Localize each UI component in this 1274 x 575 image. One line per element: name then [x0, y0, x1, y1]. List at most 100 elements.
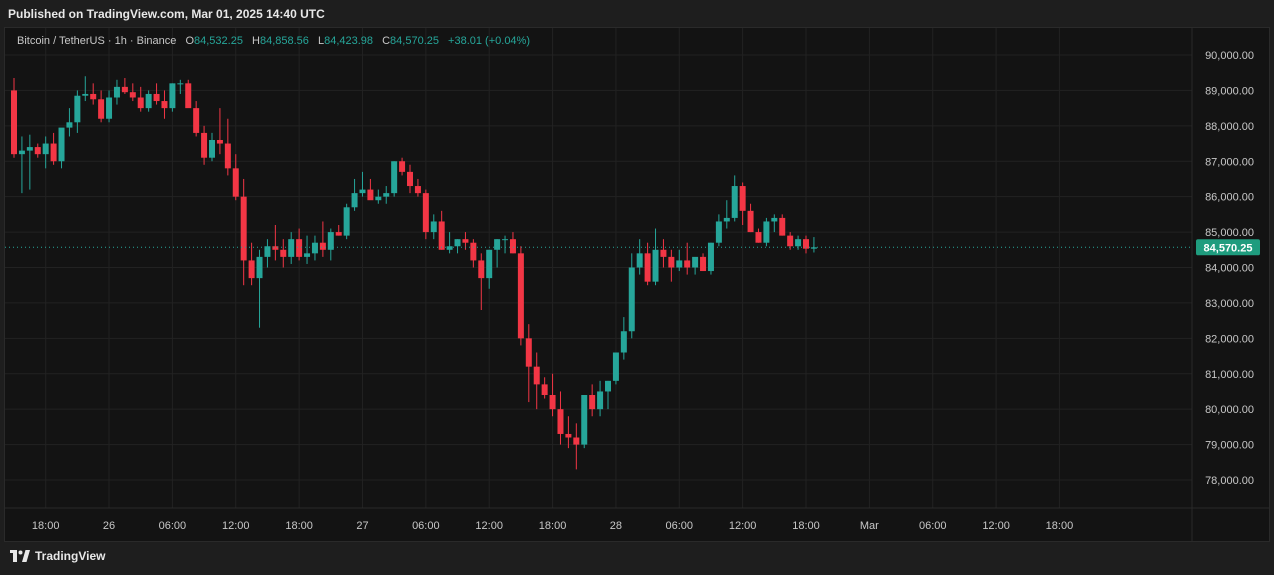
candle-body[interactable] [668, 256, 675, 268]
candle-body[interactable] [296, 239, 303, 257]
candle-body[interactable] [375, 196, 382, 201]
candle-body[interactable] [422, 193, 429, 233]
candle-body[interactable] [438, 221, 445, 250]
candle-body[interactable] [98, 99, 105, 119]
candle-body[interactable] [129, 92, 136, 98]
candle-body[interactable] [509, 239, 516, 254]
candle-body[interactable] [319, 242, 326, 250]
candle-body[interactable] [256, 256, 263, 279]
candle-body[interactable] [676, 260, 683, 268]
candle-body[interactable] [715, 221, 722, 243]
candle-body[interactable] [684, 260, 691, 268]
candle-body[interactable] [327, 232, 334, 250]
candle-body[interactable] [177, 83, 184, 85]
candle-body[interactable] [605, 380, 611, 392]
candle-body[interactable] [795, 239, 802, 247]
candle-body[interactable] [34, 147, 41, 155]
candle-body[interactable] [113, 86, 120, 98]
candle-body[interactable] [517, 253, 524, 339]
candle-body[interactable] [50, 143, 57, 162]
candle-body[interactable] [240, 196, 247, 261]
candle-body[interactable] [264, 246, 271, 257]
candle-body[interactable] [525, 338, 532, 367]
candle-body[interactable] [763, 221, 770, 243]
tradingview-brand[interactable]: TradingView [10, 549, 105, 563]
candle-body[interactable] [201, 132, 208, 158]
candle-body[interactable] [581, 395, 588, 445]
candle-body[interactable] [248, 260, 255, 279]
candle-body[interactable] [652, 249, 659, 282]
candle-body[interactable] [700, 256, 707, 272]
candle-body[interactable] [121, 86, 128, 93]
candle-body[interactable] [430, 221, 437, 233]
candle-body[interactable] [288, 239, 295, 257]
candle-body[interactable] [549, 395, 556, 410]
candle-body[interactable] [462, 239, 469, 243]
candle-body[interactable] [272, 246, 279, 250]
candle-body[interactable] [446, 246, 453, 250]
candle-body[interactable] [723, 217, 730, 222]
candle-body[interactable] [106, 97, 113, 119]
candle-body[interactable] [628, 267, 635, 332]
candle-body[interactable] [494, 239, 501, 250]
candle-body[interactable] [145, 93, 152, 109]
candle-body[interactable] [304, 253, 311, 257]
candle-body[interactable] [137, 97, 144, 109]
candle-body[interactable] [335, 232, 342, 236]
candle-body[interactable] [367, 189, 374, 201]
candle-body[interactable] [90, 93, 97, 100]
candle-body[interactable] [747, 210, 754, 233]
candle-body[interactable] [66, 122, 73, 128]
candle-body[interactable] [486, 249, 493, 279]
candle-body[interactable] [565, 433, 572, 438]
candle-body[interactable] [58, 127, 65, 162]
candle-body[interactable] [232, 168, 239, 197]
candle-body[interactable] [42, 143, 49, 155]
candle-body[interactable] [739, 186, 746, 211]
candle-body[interactable] [359, 189, 366, 194]
candle-body[interactable] [11, 90, 17, 155]
candle-body[interactable] [399, 161, 406, 172]
candle-body[interactable] [18, 150, 25, 155]
candle-body[interactable] [224, 143, 231, 169]
candle-body[interactable] [216, 140, 223, 144]
candle-body[interactable] [391, 161, 398, 194]
candle-body[interactable] [541, 384, 548, 395]
candle-body[interactable] [209, 140, 215, 158]
candle-body[interactable] [169, 83, 176, 109]
candle-body[interactable] [478, 260, 485, 279]
candle-body[interactable] [470, 242, 477, 261]
candle-body[interactable] [597, 391, 604, 410]
candle-body[interactable] [573, 437, 580, 445]
candle-body[interactable] [74, 95, 81, 123]
candlestick-chart[interactable]: 90,000.00 89,000.00 88,000.00 87,000.00 86,0… [0, 0, 1274, 575]
candle-body[interactable] [755, 232, 762, 243]
candle-body[interactable] [692, 256, 699, 268]
candle-body[interactable] [185, 83, 192, 109]
candle-body[interactable] [636, 253, 643, 268]
candle-body[interactable] [620, 331, 627, 353]
candle-body[interactable] [351, 193, 358, 208]
candle-body[interactable] [383, 193, 390, 197]
candle-body[interactable] [731, 186, 738, 218]
candle-body[interactable] [589, 395, 596, 410]
candle-body[interactable] [407, 171, 413, 187]
candle-body[interactable] [771, 217, 778, 222]
candle-body[interactable] [280, 249, 287, 257]
candle-body[interactable] [644, 253, 651, 282]
candle-body[interactable] [26, 147, 33, 151]
candle-body[interactable] [612, 352, 619, 381]
candle-body[interactable] [779, 217, 786, 236]
candle-body[interactable] [161, 101, 168, 109]
candle-body[interactable] [660, 249, 667, 257]
candle-body[interactable] [82, 93, 89, 96]
candle-body[interactable] [557, 409, 564, 434]
candle-body[interactable] [533, 366, 540, 385]
candle-body[interactable] [787, 235, 794, 247]
candle-body[interactable] [454, 239, 461, 247]
candle-body[interactable] [153, 93, 160, 102]
candle-body[interactable] [502, 239, 509, 241]
candle-body[interactable] [343, 207, 350, 236]
candle-body[interactable] [311, 242, 318, 254]
candle-body[interactable] [193, 108, 200, 133]
